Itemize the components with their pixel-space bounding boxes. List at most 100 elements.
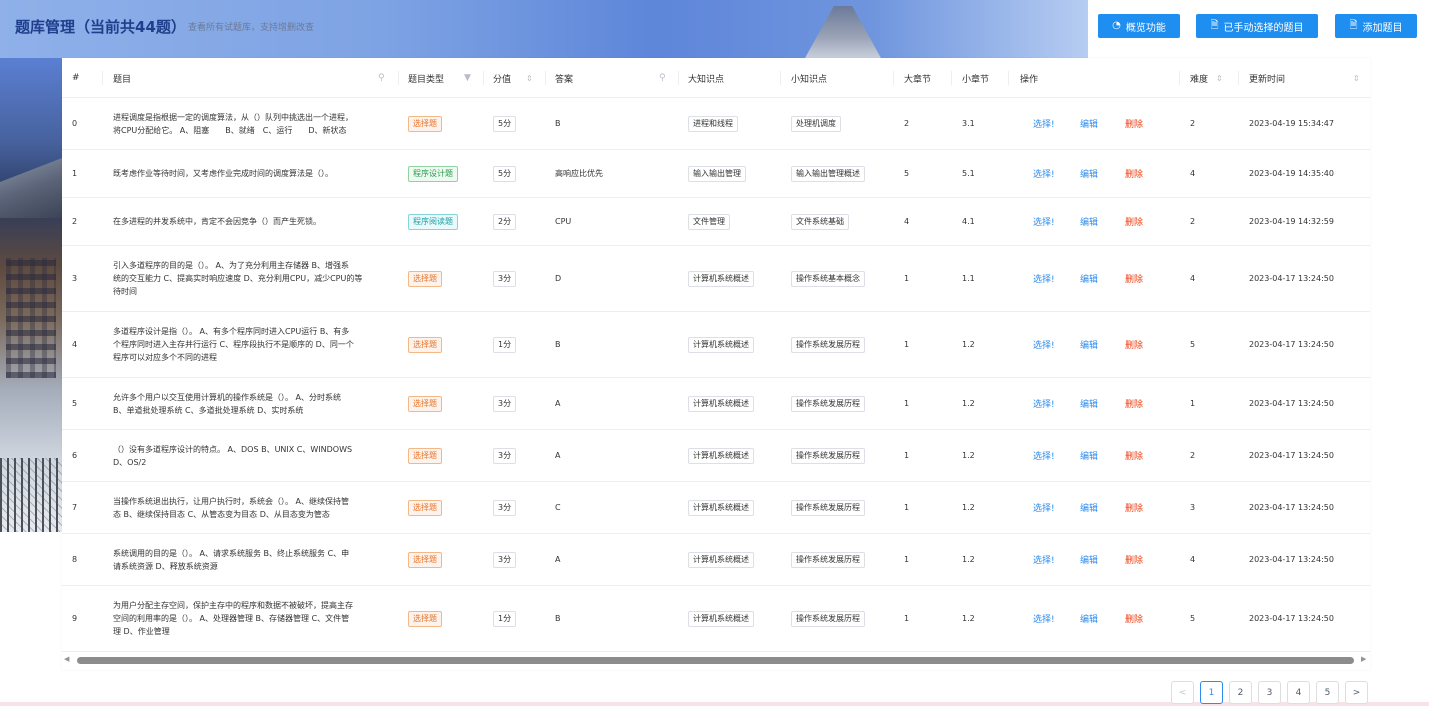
delete-link[interactable]: 删除: [1125, 553, 1165, 566]
question-text-line: 程序可以对应多个不同的进程: [113, 353, 217, 362]
sort-icon[interactable]: ⇕: [1216, 74, 1223, 83]
delete-link[interactable]: 删除: [1125, 338, 1165, 351]
select-link[interactable]: 选择!: [1033, 449, 1080, 462]
prev-page-button[interactable]: <: [1171, 681, 1194, 704]
small-point-tag: 操作系统发展历程: [791, 336, 865, 353]
score-tag: 2分: [493, 213, 517, 230]
score-tag: 5分: [493, 115, 517, 132]
edit-link[interactable]: 编辑: [1080, 449, 1125, 462]
section-cell: 3.1: [962, 119, 975, 128]
horizontal-scrollbar[interactable]: ◀ ▶: [62, 655, 1370, 665]
column-divider: [102, 71, 103, 85]
question-text-line: 将CPU分配给它。 A、阻塞 B、就绪 C、运行 D、新状态: [113, 125, 347, 135]
page-subtitle: 查看所有试题库，支持增删改查: [188, 23, 315, 33]
column-header-type-label: 题目类型: [408, 74, 445, 85]
edit-link[interactable]: 编辑: [1080, 338, 1125, 351]
score-cell: 3分: [493, 534, 517, 585]
section-cell: 1.2: [962, 399, 975, 408]
update-time-cell: 2023-04-19 14:32:59: [1249, 217, 1334, 226]
select-link[interactable]: 选择!: [1033, 272, 1080, 285]
edit-link[interactable]: 编辑: [1080, 215, 1125, 228]
small-point-tag: 操作系统发展历程: [791, 551, 865, 568]
update-time-cell: 2023-04-17 13:24:50: [1249, 340, 1334, 349]
delete-link[interactable]: 删除: [1125, 449, 1165, 462]
select-link[interactable]: 选择!: [1033, 117, 1080, 130]
filter-icon[interactable]: ▼: [464, 73, 471, 83]
difficulty-cell: 1: [1190, 399, 1196, 408]
sort-icon[interactable]: ⇕: [526, 74, 533, 83]
small-point-tag: 操作系统发展历程: [791, 499, 865, 516]
page-button[interactable]: 4: [1287, 681, 1310, 704]
update-time-cell: 2023-04-19 14:35:40: [1249, 169, 1334, 178]
delete-link[interactable]: 删除: [1125, 501, 1165, 514]
page-button[interactable]: 2: [1229, 681, 1252, 704]
score-cell: 3分: [493, 246, 517, 311]
edit-link[interactable]: 编辑: [1080, 272, 1125, 285]
edit-link[interactable]: 编辑: [1080, 553, 1125, 566]
selected-questions-button[interactable]: 🗎 已手动选择的题目: [1196, 14, 1318, 38]
big-point-cell: 计算机系统概述: [688, 482, 754, 533]
edit-link[interactable]: 编辑: [1080, 117, 1125, 130]
column-header-answer[interactable]: 答案 ⚲: [555, 58, 678, 98]
column-header-time-label: 更新时间: [1249, 74, 1286, 85]
column-header-question[interactable]: 题目 ⚲: [113, 58, 398, 98]
row-index: 3: [72, 274, 78, 283]
select-link[interactable]: 选择!: [1033, 215, 1080, 228]
update-time-cell: 2023-04-17 13:24:50: [1249, 274, 1334, 283]
search-icon[interactable]: ⚲: [378, 73, 385, 83]
column-header-type[interactable]: 题目类型 ▼: [408, 58, 483, 98]
question-text-line: D、OS/2: [113, 457, 147, 467]
edit-link[interactable]: 编辑: [1080, 501, 1125, 514]
edit-link[interactable]: 编辑: [1080, 612, 1125, 625]
delete-link[interactable]: 删除: [1125, 117, 1165, 130]
edit-link[interactable]: 编辑: [1080, 167, 1125, 180]
big-point-cell: 计算机系统概述: [688, 586, 754, 651]
select-link[interactable]: 选择!: [1033, 397, 1080, 410]
page-button[interactable]: 5: [1316, 681, 1339, 704]
select-link[interactable]: 选择!: [1033, 167, 1080, 180]
answer-cell: A: [555, 451, 561, 460]
delete-link[interactable]: 删除: [1125, 215, 1165, 228]
select-link[interactable]: 选择!: [1033, 501, 1080, 514]
sort-icon[interactable]: ⇕: [1353, 74, 1360, 83]
scroll-right-arrow-icon[interactable]: ▶: [1361, 655, 1366, 663]
column-header-time[interactable]: 更新时间 ⇕: [1249, 58, 1360, 98]
delete-link[interactable]: 删除: [1125, 272, 1165, 285]
big-point-tag: 计算机系统概述: [688, 499, 754, 516]
column-header-score-label: 分值: [493, 74, 512, 85]
page-button[interactable]: 3: [1258, 681, 1281, 704]
page-button[interactable]: 1: [1200, 681, 1223, 704]
operations-cell: 选择! 编辑 删除: [1033, 246, 1165, 311]
delete-link[interactable]: 删除: [1125, 167, 1165, 180]
column-header-question-label: 题目: [113, 74, 132, 85]
select-link[interactable]: 选择!: [1033, 612, 1080, 625]
delete-link[interactable]: 删除: [1125, 397, 1165, 410]
add-question-button[interactable]: 🗎 添加题目: [1335, 14, 1417, 38]
select-link[interactable]: 选择!: [1033, 338, 1080, 351]
select-link[interactable]: 选择!: [1033, 553, 1080, 566]
next-page-button[interactable]: >: [1345, 681, 1368, 704]
table-row: 0 进程调度是指根据一定的调度算法，从（）队列中挑选出一个进程， 将CPU分配给它…: [62, 98, 1370, 150]
chapter-cell: 4: [904, 217, 910, 226]
operations-cell: 选择! 编辑 删除: [1033, 98, 1165, 149]
scroll-left-arrow-icon[interactable]: ◀: [64, 655, 69, 663]
search-icon[interactable]: ⚲: [659, 73, 666, 83]
overview-button[interactable]: ◔ 概览功能: [1098, 14, 1180, 38]
row-index: 5: [72, 399, 78, 408]
question-type-cell: 选择题: [408, 586, 442, 651]
question-type-tag: 选择题: [408, 447, 442, 464]
column-header-score[interactable]: 分值 ⇕: [493, 58, 545, 98]
question-type-tag: 选择题: [408, 610, 442, 627]
delete-link[interactable]: 删除: [1125, 612, 1165, 625]
small-point-cell: 操作系统基本概念: [791, 246, 865, 311]
question-text-line: 系统调用的目的是（）。 A、请求系统服务 B、终止系统服务 C、申: [113, 548, 350, 558]
column-header-difficulty[interactable]: 难度 ⇕: [1190, 58, 1240, 98]
column-divider: [398, 71, 399, 85]
edit-link[interactable]: 编辑: [1080, 397, 1125, 410]
scrollbar-thumb[interactable]: [77, 657, 1354, 664]
small-point-cell: 操作系统发展历程: [791, 430, 865, 481]
column-header-small-point: 小知识点: [791, 74, 828, 85]
question-text-line: 多道程序设计是指（）。 A、有多个程序同时进入CPU运行 B、有多: [113, 327, 350, 336]
answer-cell: C: [555, 503, 561, 512]
question-type-tag: 选择题: [408, 270, 442, 287]
